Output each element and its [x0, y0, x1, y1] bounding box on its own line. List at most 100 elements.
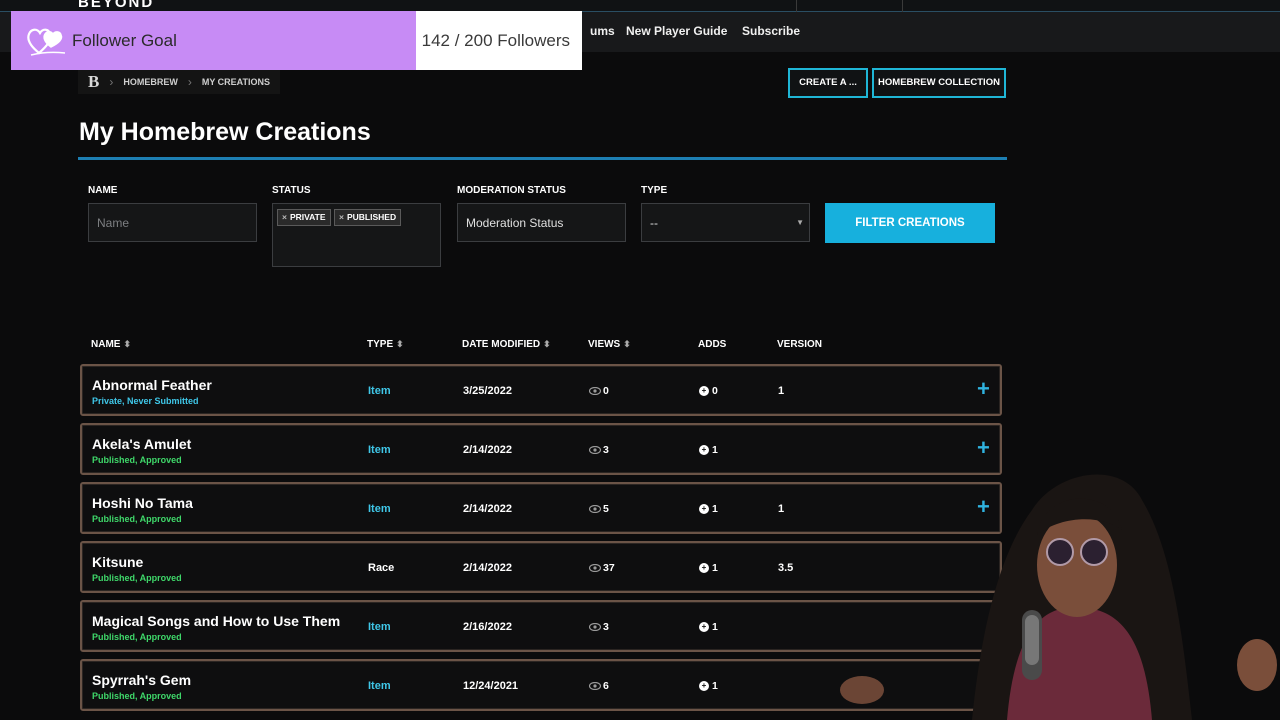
creation-status: Published, Approved [92, 573, 182, 583]
adds-count: 1 [712, 444, 718, 456]
eye-icon [589, 505, 601, 513]
column-header-views[interactable]: VIEWS ⬍ [588, 339, 631, 350]
sort-icon: ⬍ [123, 339, 131, 349]
eye-icon [589, 682, 601, 690]
creation-type[interactable]: Item [368, 503, 391, 515]
status-filter-input[interactable]: × PRIVATE × PUBLISHED [272, 203, 441, 267]
remove-icon[interactable]: × [282, 212, 287, 222]
column-header-label: TYPE [367, 339, 394, 350]
creation-date: 3/25/2022 [463, 385, 512, 397]
views-count: 5 [603, 503, 609, 515]
creation-name[interactable]: Hoshi No Tama [92, 495, 193, 511]
views-count: 3 [603, 621, 609, 633]
creation-adds: +0 [699, 385, 718, 397]
create-button[interactable]: CREATE A ... [788, 68, 868, 98]
nav-item-subscribe[interactable]: Subscribe [742, 24, 800, 38]
creation-views: 5 [589, 503, 609, 515]
creation-adds: +1 [699, 444, 718, 456]
creation-type[interactable]: Item [368, 385, 391, 397]
remove-icon[interactable]: × [339, 212, 344, 222]
add-icon: + [699, 386, 709, 396]
creation-adds: +1 [699, 621, 718, 633]
creation-date: 2/14/2022 [463, 503, 512, 515]
adds-count: 1 [712, 503, 718, 515]
add-icon: + [699, 622, 709, 632]
eye-icon [589, 446, 601, 454]
creation-status: Published, Approved [92, 514, 182, 524]
expand-row-button[interactable]: + [977, 435, 990, 461]
nav-item-new-player-guide[interactable]: New Player Guide [626, 24, 727, 38]
breadcrumb-my-creations[interactable]: MY CREATIONS [202, 77, 270, 87]
follower-goal-count: 142 / 200 Followers [421, 31, 570, 50]
hearts-icon [27, 28, 66, 56]
table-row[interactable]: Abnormal Feather Private, Never Submitte… [80, 364, 1002, 416]
site-logo[interactable]: BEYOND [78, 0, 154, 11]
creation-views: 6 [589, 680, 609, 692]
sort-icon: ⬍ [543, 339, 551, 349]
sort-icon: ⬍ [396, 339, 404, 349]
creation-views: 0 [589, 385, 609, 397]
column-header-adds: ADDS [698, 339, 727, 350]
status-tag-label: PUBLISHED [346, 212, 397, 222]
nav-item-forums[interactable]: ums [590, 24, 615, 38]
creation-type[interactable]: Item [368, 444, 391, 456]
creation-type: Race [368, 562, 395, 574]
eye-icon [589, 623, 601, 631]
creation-name[interactable]: Spyrrah's Gem [92, 672, 191, 688]
moderation-filter-label: MODERATION STATUS [457, 185, 566, 196]
column-header-type[interactable]: TYPE ⬍ [367, 339, 404, 350]
adds-count: 1 [712, 680, 718, 692]
chevron-down-icon: ▼ [796, 218, 804, 227]
creation-name[interactable]: Akela's Amulet [92, 436, 191, 452]
creation-views: 3 [589, 621, 609, 633]
creation-type[interactable]: Item [368, 680, 391, 692]
adds-count: 1 [712, 562, 718, 574]
creation-name[interactable]: Magical Songs and How to Use Them [92, 613, 340, 629]
creation-status: Published, Approved [92, 691, 182, 701]
add-icon: + [699, 563, 709, 573]
top-bar-divider [796, 0, 797, 12]
type-select[interactable]: -- ▼ [641, 203, 810, 242]
creation-name[interactable]: Abnormal Feather [92, 377, 212, 393]
breadcrumb: B › HOMEBREW › MY CREATIONS [78, 70, 281, 94]
sort-icon: ⬍ [623, 339, 631, 349]
column-header-name[interactable]: NAME ⬍ [91, 339, 131, 350]
creation-version: 3.5 [778, 562, 794, 574]
creation-adds: +1 [699, 503, 718, 515]
creation-status: Published, Approved [92, 455, 182, 465]
eye-icon [589, 564, 601, 572]
page-title: My Homebrew Creations [79, 118, 371, 146]
name-filter-input[interactable]: Name [88, 203, 257, 242]
status-tag-private[interactable]: × PRIVATE [277, 209, 331, 226]
creation-date: 2/14/2022 [463, 562, 512, 574]
creation-adds: +1 [699, 562, 718, 574]
creation-status: Published, Approved [92, 632, 182, 642]
status-tag-published[interactable]: × PUBLISHED [334, 209, 402, 226]
homebrew-collection-button[interactable]: HOMEBREW COLLECTION [872, 68, 1006, 98]
breadcrumb-homebrew[interactable]: HOMEBREW [123, 77, 178, 87]
expand-row-button[interactable]: + [977, 376, 990, 402]
creation-views: 37 [589, 562, 615, 574]
status-tag-label: PRIVATE [289, 212, 326, 222]
moderation-status-select[interactable]: Moderation Status [457, 203, 626, 242]
adds-count: 1 [712, 621, 718, 633]
creation-date: 12/24/2021 [463, 680, 519, 692]
column-header-label: NAME [91, 339, 121, 350]
creation-name[interactable]: Kitsune [92, 554, 143, 570]
views-count: 37 [603, 562, 615, 574]
ddb-logo-icon[interactable]: B [88, 72, 99, 92]
creation-type[interactable]: Item [368, 621, 391, 633]
column-header-version: VERSION [777, 339, 823, 350]
eye-icon [589, 387, 601, 395]
add-icon: + [699, 681, 709, 691]
column-header-date-modified[interactable]: DATE MODIFIED ⬍ [462, 339, 551, 350]
filter-creations-button[interactable]: FILTER CREATIONS [825, 203, 995, 243]
follower-goal-widget: Follower Goal 142 / 200 Followers [11, 11, 582, 70]
name-filter-label: NAME [88, 185, 118, 196]
adds-count: 0 [712, 385, 718, 397]
views-count: 6 [603, 680, 609, 692]
creation-version: 1 [778, 385, 785, 397]
type-select-value: -- [650, 216, 658, 230]
creation-status: Private, Never Submitted [92, 396, 199, 406]
creation-version: 1 [778, 503, 785, 515]
